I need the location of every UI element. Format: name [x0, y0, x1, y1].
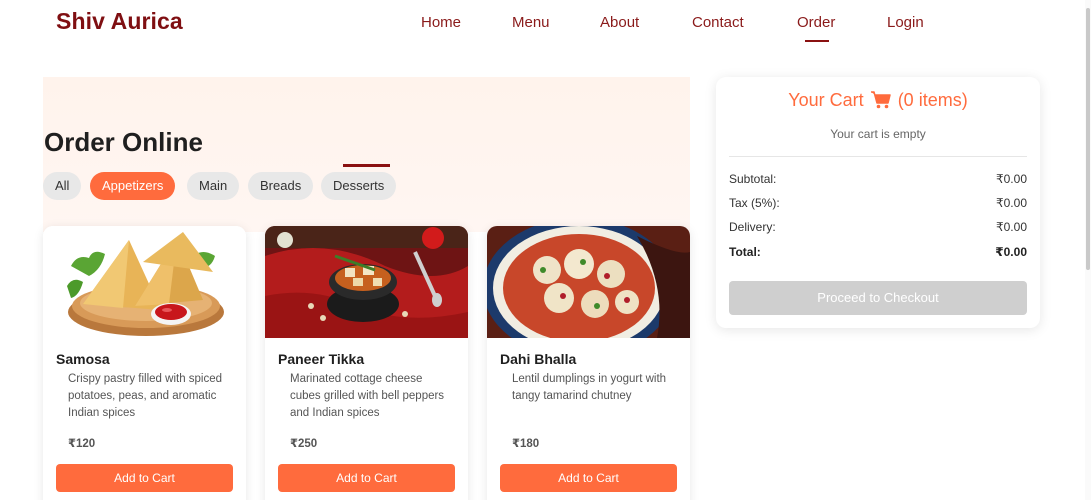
- nav-menu[interactable]: Menu: [512, 14, 550, 31]
- title-accent-bar: [343, 164, 390, 167]
- cart-panel: Your Cart (0 items) Your cart is empty S…: [716, 77, 1040, 328]
- cart-empty-message: Your cart is empty: [830, 127, 926, 141]
- cart-divider: [729, 156, 1027, 157]
- main-nav: Home Menu About Contact Order Login: [0, 14, 1091, 44]
- proceed-to-checkout-button[interactable]: Proceed to Checkout: [729, 281, 1027, 315]
- nav-contact[interactable]: Contact: [692, 14, 744, 31]
- product-card-samosa: Samosa Crispy pastry filled with spiced …: [43, 226, 246, 500]
- filter-main[interactable]: Main: [187, 172, 240, 200]
- filter-desserts[interactable]: Desserts: [321, 172, 397, 200]
- cart-total-row: Total: ₹0.00: [729, 245, 1027, 261]
- dahi-bhalla-image: [487, 226, 690, 338]
- delivery-label: Delivery:: [729, 220, 776, 234]
- order-page: Shiv Aurica Home Menu About Contact Orde…: [0, 0, 1091, 500]
- paneer-tikka-image: [265, 226, 468, 338]
- filter-breads[interactable]: Breads: [248, 172, 314, 200]
- delivery-value: ₹0.00: [996, 220, 1027, 234]
- product-name: Samosa: [56, 351, 110, 367]
- shopping-cart-icon: [870, 91, 891, 109]
- product-card-paneer-tikka: Paneer Tikka Marinated cottage cheese cu…: [265, 226, 468, 500]
- cart-delivery-row: Delivery: ₹0.00: [729, 220, 1027, 236]
- filter-all[interactable]: All: [43, 172, 82, 200]
- tax-value: ₹0.00: [996, 196, 1027, 210]
- product-description: Lentil dumplings in yogurt with tangy ta…: [512, 373, 667, 402]
- cart-subtotal-row: Subtotal: ₹0.00: [729, 172, 1027, 188]
- nav-login[interactable]: Login: [887, 14, 924, 31]
- product-name: Dahi Bhalla: [500, 351, 577, 367]
- product-description: Marinated cottage cheese cubes grilled w…: [290, 373, 445, 419]
- add-to-cart-button[interactable]: Add to Cart: [278, 464, 455, 492]
- page-scrollbar[interactable]: [1085, 0, 1091, 500]
- product-card-dahi-bhalla: Dahi Bhalla Lentil dumplings in yogurt w…: [487, 226, 690, 500]
- product-price: ₹120: [68, 438, 96, 450]
- nav-home[interactable]: Home: [421, 14, 461, 31]
- product-name: Paneer Tikka: [278, 351, 365, 367]
- filter-appetizers[interactable]: Appetizers: [90, 172, 176, 200]
- tax-label: Tax (5%):: [729, 196, 780, 210]
- total-value: ₹0.00: [995, 245, 1027, 259]
- total-label: Total:: [729, 245, 761, 259]
- cart-tax-row: Tax (5%): ₹0.00: [729, 196, 1027, 212]
- page-title: Order Online: [44, 127, 203, 157]
- subtotal-value: ₹0.00: [996, 172, 1027, 186]
- product-description: Crispy pastry filled with spiced potatoe…: [68, 373, 223, 419]
- product-price: ₹250: [290, 438, 318, 450]
- cart-item-count: (0 items): [897, 90, 968, 110]
- scrollbar-thumb[interactable]: [1086, 8, 1090, 270]
- cart-title-label: Your Cart: [788, 90, 864, 110]
- nav-order[interactable]: Order: [797, 14, 835, 31]
- product-price: ₹180: [512, 438, 540, 450]
- add-to-cart-button[interactable]: Add to Cart: [56, 464, 233, 492]
- subtotal-label: Subtotal:: [729, 172, 777, 186]
- samosa-image: [43, 226, 246, 338]
- nav-active-underline: [805, 40, 829, 42]
- nav-about[interactable]: About: [600, 14, 639, 31]
- cart-title: Your Cart (0 items): [716, 90, 1040, 111]
- add-to-cart-button[interactable]: Add to Cart: [500, 464, 677, 492]
